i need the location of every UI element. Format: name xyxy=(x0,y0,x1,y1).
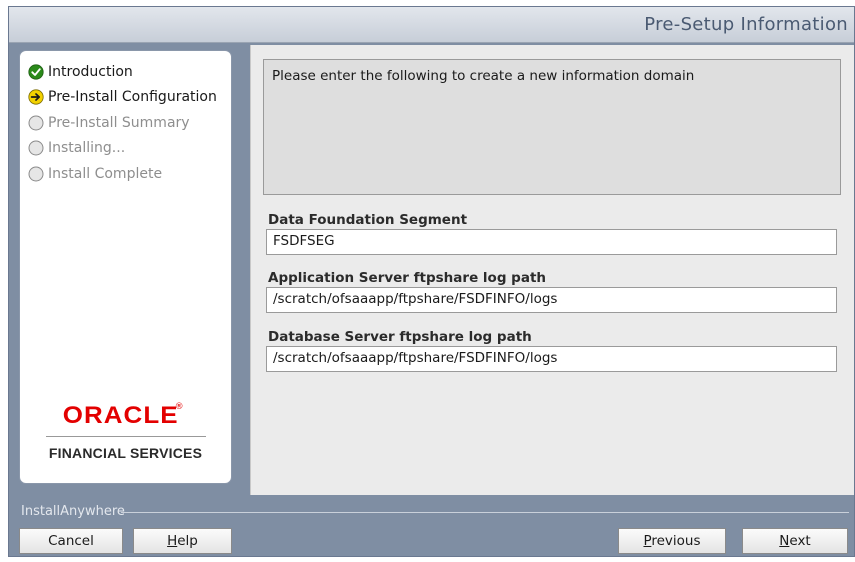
previous-button[interactable]: Previous xyxy=(618,528,726,554)
step-label: Installing... xyxy=(48,140,126,157)
info-message-box: Please enter the following to create a n… xyxy=(263,59,841,195)
steps-list: Introduction Pre-Install Configuration P… xyxy=(20,51,231,187)
step-pre-install-summary: Pre-Install Summary xyxy=(28,110,231,136)
check-circle-icon xyxy=(28,64,44,80)
step-installing: Installing... xyxy=(28,136,231,162)
footer-divider xyxy=(121,512,849,513)
window-title: Pre-Setup Information xyxy=(644,14,848,35)
title-bar: Pre-Setup Information xyxy=(9,7,854,43)
logo-brand: ORACLE xyxy=(63,402,179,429)
empty-circle-icon xyxy=(28,166,44,182)
help-button[interactable]: Help xyxy=(133,528,232,554)
db-server-log-path-input[interactable]: /scratch/ofsaaapp/ftpshare/FSDFINFO/logs xyxy=(266,346,837,372)
data-foundation-segment-input[interactable]: FSDFSEG xyxy=(266,229,837,255)
app-server-log-path-input[interactable]: /scratch/ofsaaapp/ftpshare/FSDFINFO/logs xyxy=(266,287,837,313)
next-mnemonic: N xyxy=(779,533,790,549)
logo-divider xyxy=(45,436,206,437)
info-message: Please enter the following to create a n… xyxy=(272,68,695,84)
oracle-logo: ORACLE® FINANCIAL SERVICES xyxy=(20,402,231,461)
data-foundation-segment-label: Data Foundation Segment xyxy=(268,212,468,228)
help-mnemonic: H xyxy=(167,533,178,549)
step-install-complete: Install Complete xyxy=(28,161,231,187)
installanywhere-label: InstallAnywhere xyxy=(21,504,125,519)
app-server-log-path-label: Application Server ftpshare log path xyxy=(268,270,547,286)
empty-circle-icon xyxy=(28,140,44,156)
step-label: Pre-Install Summary xyxy=(48,114,190,131)
cancel-button[interactable]: Cancel xyxy=(19,528,123,554)
next-button-label: ext xyxy=(789,533,811,549)
step-label: Introduction xyxy=(48,63,133,80)
step-introduction: Introduction xyxy=(28,59,231,85)
content-pane: Please enter the following to create a n… xyxy=(250,45,854,495)
step-pre-install-configuration: Pre-Install Configuration xyxy=(28,85,231,111)
db-server-log-path-label: Database Server ftpshare log path xyxy=(268,329,532,345)
help-button-label: elp xyxy=(177,533,198,549)
next-button[interactable]: Next xyxy=(742,528,848,554)
arrow-circle-icon xyxy=(28,89,44,105)
steps-panel: Introduction Pre-Install Configuration P… xyxy=(19,50,232,484)
installer-window: Pre-Setup Information Introduction Pre-I… xyxy=(8,6,855,557)
cancel-button-label: Cancel xyxy=(48,533,94,549)
logo-subtitle: FINANCIAL SERVICES xyxy=(48,445,203,461)
previous-button-label: revious xyxy=(651,533,701,549)
step-label: Install Complete xyxy=(48,165,163,182)
empty-circle-icon xyxy=(28,115,44,131)
step-label: Pre-Install Configuration xyxy=(48,89,217,106)
